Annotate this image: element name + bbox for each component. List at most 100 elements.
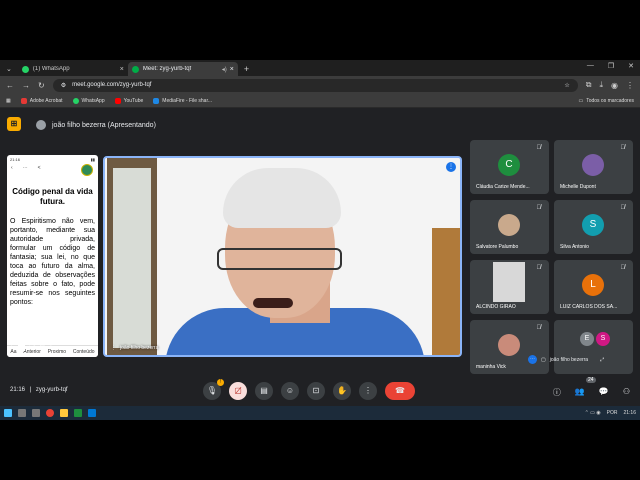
app-logo-icon xyxy=(81,164,93,176)
mic-button[interactable]: 🎙 ! xyxy=(203,379,224,400)
participant-name: Salvatore Palumbo xyxy=(476,244,519,250)
more-button[interactable]: ⋮ xyxy=(359,382,377,400)
close-window-icon[interactable]: ✕ xyxy=(628,62,634,70)
speaker-video-tile[interactable]: ⋮ ⋮ joão filho bezerra xyxy=(103,156,462,357)
system-tray: ⌃ ▭ ◉ POR 21:16 xyxy=(585,410,636,416)
meet-header: ⊞ joão filho bezerra (Apresentando) xyxy=(0,108,640,138)
emoji-icon: ☺ xyxy=(285,386,295,395)
mic-off-icon: ⋮ xyxy=(9,345,14,351)
participant-tile[interactable]: 🎙̸ C Cláudia Carize Mende... xyxy=(470,140,549,194)
mic-off-icon: 🎙̸ xyxy=(536,145,542,151)
hang-up-icon: ☎ xyxy=(395,386,405,395)
tab-meet[interactable]: Meet: zyg-yurb-tqf ◂) × xyxy=(127,62,238,76)
tray-icons[interactable]: ⌃ ▭ ◉ xyxy=(585,410,601,416)
mail-icon[interactable] xyxy=(88,409,96,417)
participant-name: Silva Antonio xyxy=(560,244,589,250)
mouth xyxy=(253,298,293,308)
contents-button: Conteúdo xyxy=(72,348,95,355)
meeting-code: zyg-yurb-tqf xyxy=(35,387,68,393)
close-icon[interactable]: × xyxy=(120,66,124,73)
speaking-indicator-icon: ⋮ xyxy=(446,162,456,172)
document-title: Código penal da vida futura. xyxy=(12,187,93,206)
meet-controls-bar: 21:16 | zyg-yurb-tqf 🎙 ! ▢̸ ▤ ☺ ⊡ ✋ ⋮ ☎ … xyxy=(0,376,640,406)
profile-icon[interactable]: ◉ xyxy=(611,81,618,90)
star-icon[interactable]: ☆ xyxy=(564,82,569,89)
back-icon: ‹ xyxy=(11,165,13,171)
keep-icon[interactable]: ⊞ xyxy=(7,117,21,131)
start-icon[interactable] xyxy=(4,409,12,417)
chrome-icon[interactable] xyxy=(46,409,54,417)
hand-icon: ✋ xyxy=(337,386,347,395)
excel-icon[interactable] xyxy=(74,409,82,417)
youtube-icon xyxy=(114,97,121,104)
door-right xyxy=(432,228,460,355)
back-icon[interactable]: ← xyxy=(6,81,14,90)
adobe-icon xyxy=(20,97,27,104)
meeting-time: 21:16 xyxy=(10,387,26,393)
present-icon: ⊡ xyxy=(312,386,320,395)
clock[interactable]: 21:16 xyxy=(623,410,636,416)
participant-tile[interactable]: 🎙̸ ALCINDO GIRÃO xyxy=(470,260,549,314)
site-info-icon[interactable]: ⚙ xyxy=(61,82,66,89)
expand-icon[interactable]: ⤢ xyxy=(600,357,604,363)
emoji-button[interactable]: ☺ xyxy=(281,382,299,400)
all-bookmarks[interactable]: ▭ Todos os marcadores xyxy=(578,98,634,104)
mic-off-icon: 🎙̸ xyxy=(620,145,626,151)
side-controls: ⓘ 👥 💬 ⚇ xyxy=(553,387,630,398)
audio-icon[interactable]: ◂) xyxy=(222,66,227,73)
participant-tile[interactable]: 🎙̸ L LUIZ CARLOS DOS SA... xyxy=(554,260,633,314)
activities-icon[interactable]: ⚇ xyxy=(623,387,630,398)
participant-tile[interactable]: 🎙̸ Michelle Dupont xyxy=(554,140,633,194)
info-icon[interactable]: ⓘ xyxy=(553,387,561,398)
bookmark-mediafire[interactable]: MediaFire - File shar... xyxy=(153,97,212,104)
bookmark-whatsapp[interactable]: WhatsApp xyxy=(72,97,105,104)
forward-icon[interactable]: → xyxy=(22,81,30,90)
taskbar: ⌃ ▭ ◉ POR 21:16 xyxy=(0,406,640,420)
raise-hand-button[interactable]: ✋ xyxy=(333,382,351,400)
extensions-icon[interactable]: ⧉ xyxy=(586,80,592,90)
avatar xyxy=(36,120,46,130)
camera-button[interactable]: ▢̸ xyxy=(229,382,247,400)
close-icon[interactable]: × xyxy=(230,66,234,73)
bookmark-adobe[interactable]: Adobe Acrobat xyxy=(20,97,63,104)
avatar xyxy=(582,154,604,176)
present-button[interactable]: ⊡ xyxy=(307,382,325,400)
menu-icon[interactable]: ⋮ xyxy=(626,81,634,90)
download-icon[interactable]: ⤓ xyxy=(599,80,603,90)
bookmark-youtube[interactable]: YouTube xyxy=(114,97,143,104)
participant-tile[interactable]: 🎙̸ S Silva Antonio xyxy=(554,200,633,254)
task-view-icon[interactable] xyxy=(32,409,40,417)
participant-tile[interactable]: 🎙̸ Salvatore Palumbo xyxy=(470,200,549,254)
search-icon[interactable] xyxy=(18,409,26,417)
self-tile[interactable]: E S xyxy=(554,320,633,374)
mic-off-icon: 🎙̸ xyxy=(536,325,542,331)
end-call-button[interactable]: ☎ xyxy=(385,382,415,400)
chat-icon[interactable]: 💬 xyxy=(599,387,609,398)
address-bar[interactable]: ⚙ meet.google.com/zyg-yurb-tqf ☆ xyxy=(52,78,578,92)
participant-tile[interactable]: 🎙̸ maninha Vick xyxy=(470,320,549,374)
captions-button[interactable]: ▤ xyxy=(255,382,273,400)
avatar: E xyxy=(580,332,594,346)
tab-search-icon[interactable]: ⌄ xyxy=(6,65,12,73)
folder-icon: ▭ xyxy=(578,97,584,104)
reload-icon[interactable]: ↻ xyxy=(38,81,45,90)
mic-icon: ⋮ xyxy=(111,345,116,351)
tab-label: Meet: zyg-yurb-tqf xyxy=(142,66,192,72)
minimize-icon[interactable]: — xyxy=(587,62,594,70)
maximize-icon[interactable]: ❐ xyxy=(608,62,614,70)
avatar xyxy=(498,214,520,236)
people-icon[interactable]: 👥 xyxy=(575,387,585,398)
avatar: C xyxy=(498,154,520,176)
new-tab-icon[interactable]: + xyxy=(244,62,249,76)
participant-name: Cláudia Carize Mende... xyxy=(476,184,530,190)
mic-off-icon: 🎙̸ xyxy=(620,205,626,211)
meet-icon xyxy=(131,65,139,73)
meeting-info: 21:16 | zyg-yurb-tqf xyxy=(10,387,68,393)
door-glass xyxy=(113,168,151,348)
apps-icon[interactable]: ▦ xyxy=(6,98,11,104)
mic-off-icon: 🎙̸ xyxy=(536,205,542,211)
tab-whatsapp[interactable]: (1) WhatsApp × xyxy=(18,62,128,76)
language-indicator[interactable]: POR xyxy=(607,410,618,416)
more-options-icon[interactable]: ⋯ xyxy=(528,355,537,364)
file-explorer-icon[interactable] xyxy=(60,409,68,417)
